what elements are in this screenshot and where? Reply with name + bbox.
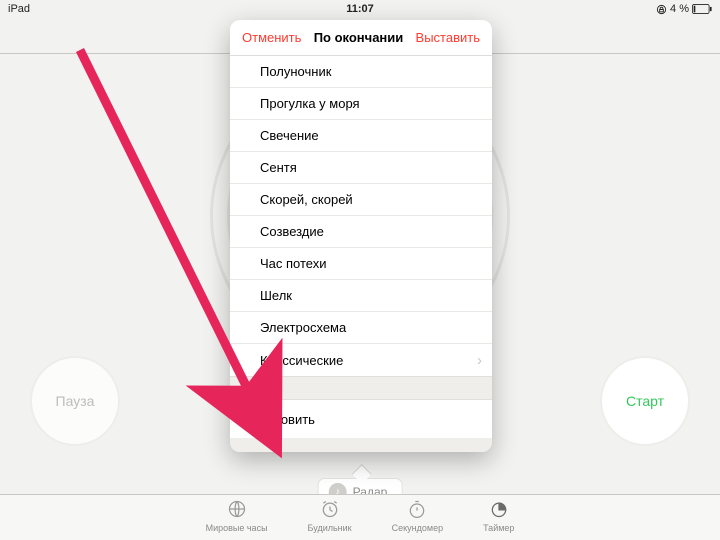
popover-title: По окончании <box>314 30 404 45</box>
tab-world-clock[interactable]: Мировые часы <box>206 499 268 540</box>
battery-icon <box>692 4 712 14</box>
tab-stopwatch[interactable]: Секундомер <box>392 499 443 540</box>
item-label: Свечение <box>260 128 319 143</box>
item-label: Час потехи <box>260 256 327 271</box>
alarm-icon <box>320 499 340 521</box>
list-item[interactable]: Шелк <box>230 280 492 312</box>
item-label: Сентя <box>260 160 297 175</box>
list-item[interactable]: Час потехи <box>230 248 492 280</box>
status-time: 11:07 <box>346 3 374 15</box>
item-label: Классические <box>260 353 343 368</box>
item-label: Полуночник <box>260 64 331 79</box>
popover-header: Отменить По окончании Выставить <box>230 20 492 56</box>
chevron-right-icon: › <box>477 352 482 369</box>
globe-icon <box>227 499 247 521</box>
tab-label: Таймер <box>483 523 514 533</box>
device-label: iPad <box>8 3 30 15</box>
stop-label: Остановить <box>244 412 315 427</box>
timer-icon <box>489 499 509 521</box>
tab-label: Мировые часы <box>206 523 268 533</box>
set-button[interactable]: Выставить <box>416 30 480 45</box>
stop-playing-item[interactable]: Остановить <box>230 400 492 438</box>
tab-label: Будильник <box>308 523 352 533</box>
battery-percent: 4 % <box>670 3 689 15</box>
list-item[interactable]: Сентя <box>230 152 492 184</box>
status-right: 4 % <box>656 3 712 15</box>
tab-alarm[interactable]: Будильник <box>308 499 352 540</box>
item-label: Скорей, скорей <box>260 192 353 207</box>
list-item[interactable]: Электросхема <box>230 312 492 344</box>
pause-button[interactable]: Пауза <box>32 358 118 444</box>
start-label: Старт <box>626 393 664 409</box>
item-label: Прогулка у моря <box>260 96 360 111</box>
stopwatch-icon <box>407 499 427 521</box>
list-item[interactable]: Созвездие <box>230 216 492 248</box>
tab-timer[interactable]: Таймер <box>483 499 514 540</box>
tab-bar: Мировые часы Будильник Секундомер Таймер <box>0 494 720 540</box>
cancel-button[interactable]: Отменить <box>242 30 301 45</box>
list-item[interactable]: Полуночник <box>230 56 492 88</box>
list-item[interactable]: Скорей, скорей <box>230 184 492 216</box>
item-label: Шелк <box>260 288 292 303</box>
item-label: Созвездие <box>260 224 324 239</box>
tab-label: Секундомер <box>392 523 443 533</box>
when-timer-ends-popover: Отменить По окончании Выставить Полуночн… <box>230 20 492 452</box>
pause-label: Пауза <box>56 393 95 409</box>
section-gap <box>230 376 492 400</box>
list-item[interactable]: Свечение <box>230 120 492 152</box>
sound-list[interactable]: Полуночник Прогулка у моря Свечение Сент… <box>230 56 492 376</box>
rotation-lock-icon <box>656 4 667 15</box>
list-item[interactable]: Прогулка у моря <box>230 88 492 120</box>
item-label: Электросхема <box>260 320 346 335</box>
status-bar: iPad 11:07 4 % <box>0 0 720 18</box>
popover-footer <box>230 438 492 452</box>
start-button[interactable]: Старт <box>602 358 688 444</box>
list-item[interactable]: Классические › <box>230 344 492 376</box>
